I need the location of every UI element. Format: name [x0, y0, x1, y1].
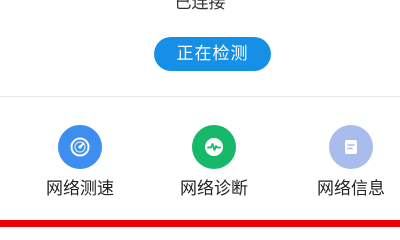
- bottom-area: [0, 227, 400, 240]
- speedometer-icon: [58, 125, 102, 169]
- divider: [0, 96, 400, 97]
- highlight-bar: [0, 220, 400, 227]
- tool-label-speed-test: 网络测速: [46, 179, 114, 199]
- tool-label-diagnosis: 网络诊断: [180, 179, 248, 199]
- tool-speed-test[interactable]: 网络测速: [20, 125, 140, 201]
- document-icon: [329, 125, 373, 169]
- pulse-icon: [192, 125, 236, 169]
- tool-network-info[interactable]: 网络信息: [291, 125, 400, 201]
- tool-diagnosis[interactable]: 网络诊断: [154, 125, 274, 201]
- tool-label-network-info: 网络信息: [317, 179, 385, 199]
- connection-status: 已连接: [174, 0, 226, 13]
- detect-button[interactable]: 正在检测: [154, 37, 271, 71]
